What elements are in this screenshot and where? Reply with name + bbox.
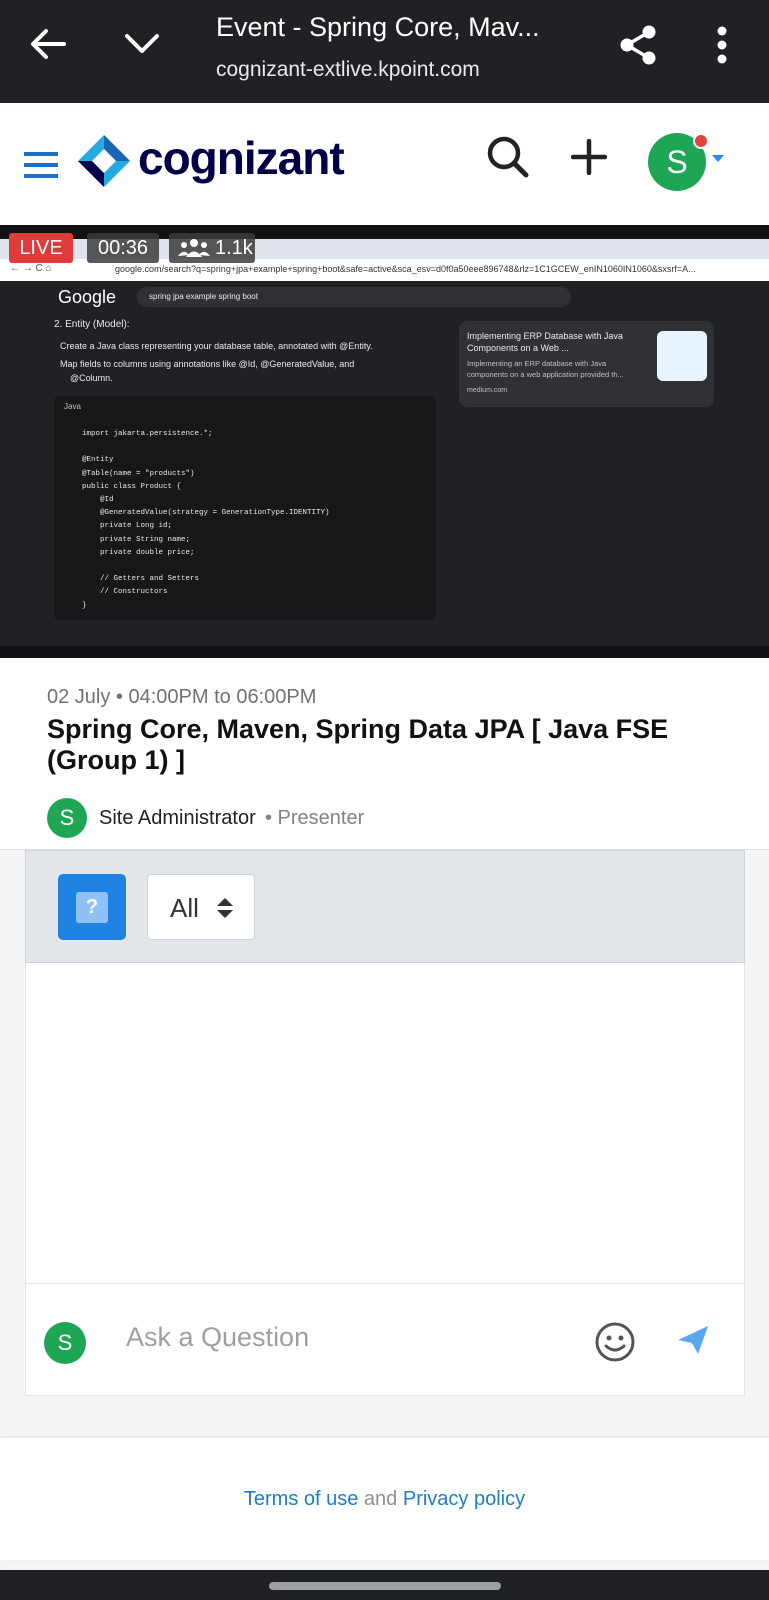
- question-mark-icon: ?: [76, 892, 108, 923]
- code-block: Java import jakarta.persistence.*; @Enti…: [54, 396, 436, 620]
- cognizant-logo-icon: [78, 135, 130, 187]
- search-icon[interactable]: [486, 135, 530, 179]
- google-logo: Google: [58, 287, 117, 307]
- privacy-link[interactable]: Privacy policy: [403, 1488, 525, 1510]
- presenter-role: • Presenter: [265, 807, 365, 829]
- questions-button[interactable]: ?: [58, 874, 126, 940]
- live-badge: LIVE: [9, 233, 73, 263]
- footer-links: Terms of use and Privacy policy: [0, 1488, 769, 1511]
- presenter-avatar: S: [47, 798, 87, 838]
- answer-heading: 2. Entity (Model):: [54, 319, 130, 330]
- sort-arrows-icon: [217, 898, 233, 918]
- back-arrow-icon[interactable]: [30, 28, 66, 60]
- filter-value: All: [170, 893, 199, 923]
- share-icon[interactable]: [618, 24, 658, 66]
- questions-list: [25, 963, 745, 1283]
- shared-screen-page: Google spring jpa example spring boot 2.…: [0, 281, 769, 646]
- emoji-icon[interactable]: [594, 1321, 636, 1363]
- brand-name: cognizant: [138, 132, 345, 184]
- result-card-source: medium.com: [467, 387, 508, 394]
- system-nav-bar: [0, 1570, 769, 1600]
- plus-icon[interactable]: [571, 139, 607, 175]
- footer-and: and: [363, 1488, 398, 1510]
- event-title: Spring Core, Maven, Spring Data JPA [ Ja…: [47, 714, 669, 775]
- shared-screen-url: google.com/search?q=spring+jpa+example+s…: [115, 264, 696, 274]
- user-avatar-small: S: [44, 1322, 86, 1364]
- viewer-count: 1.1k: [215, 237, 253, 259]
- answer-bullet: Map fields to columns using annotations …: [60, 359, 355, 369]
- ask-question-input[interactable]: Ask a Question: [126, 1322, 309, 1353]
- result-card: Implementing ERP Database with Java Comp…: [459, 321, 714, 407]
- question-composer: S Ask a Question: [25, 1283, 745, 1396]
- elapsed-timer: 00:36: [87, 233, 159, 263]
- question-filter-select[interactable]: All: [147, 874, 255, 940]
- people-icon: [178, 239, 210, 257]
- event-date: 02 July • 04:00PM to 06:00PM: [47, 686, 317, 708]
- answer-bullet-cont: @Column.: [70, 373, 113, 383]
- presenter-name: Site Administrator: [99, 807, 256, 829]
- browser-toolbar: Event - Spring Core, Mav... cognizant-ex…: [0, 0, 769, 103]
- video-player[interactable]: ← → C ⌂ google.com/search?q=spring+jpa+e…: [0, 225, 769, 658]
- code-language: Java: [64, 402, 81, 411]
- caret-down-icon[interactable]: [712, 155, 724, 162]
- qa-toolbar: ? All: [25, 850, 745, 963]
- result-thumbnail: [657, 331, 707, 381]
- page-title: Event - Spring Core, Mav...: [216, 12, 540, 42]
- result-card-desc: Implementing an ERP database with Java c…: [467, 359, 624, 379]
- menu-icon[interactable]: [24, 151, 58, 179]
- result-card-title: Implementing ERP Database with Java Comp…: [467, 331, 623, 353]
- answer-bullet: Create a Java class representing your da…: [60, 341, 373, 351]
- terms-link[interactable]: Terms of use: [244, 1488, 358, 1510]
- google-search-box: spring jpa example spring boot: [137, 287, 571, 307]
- footer: Terms of use and Privacy policy: [0, 1438, 769, 1560]
- send-icon[interactable]: [676, 1324, 710, 1356]
- viewer-count-badge: 1.1k: [169, 233, 255, 263]
- notification-dot: [693, 133, 709, 149]
- code-text: import jakarta.persistence.*; @Entity @T…: [82, 430, 330, 610]
- more-vert-icon[interactable]: [716, 26, 728, 64]
- app-header: cognizant S: [0, 103, 769, 225]
- event-info: 02 July • 04:00PM to 06:00PM Spring Core…: [0, 658, 769, 850]
- home-gesture-handle[interactable]: [269, 1582, 501, 1590]
- page-url[interactable]: cognizant-extlive.kpoint.com: [216, 58, 480, 82]
- chevron-down-icon[interactable]: [124, 32, 160, 56]
